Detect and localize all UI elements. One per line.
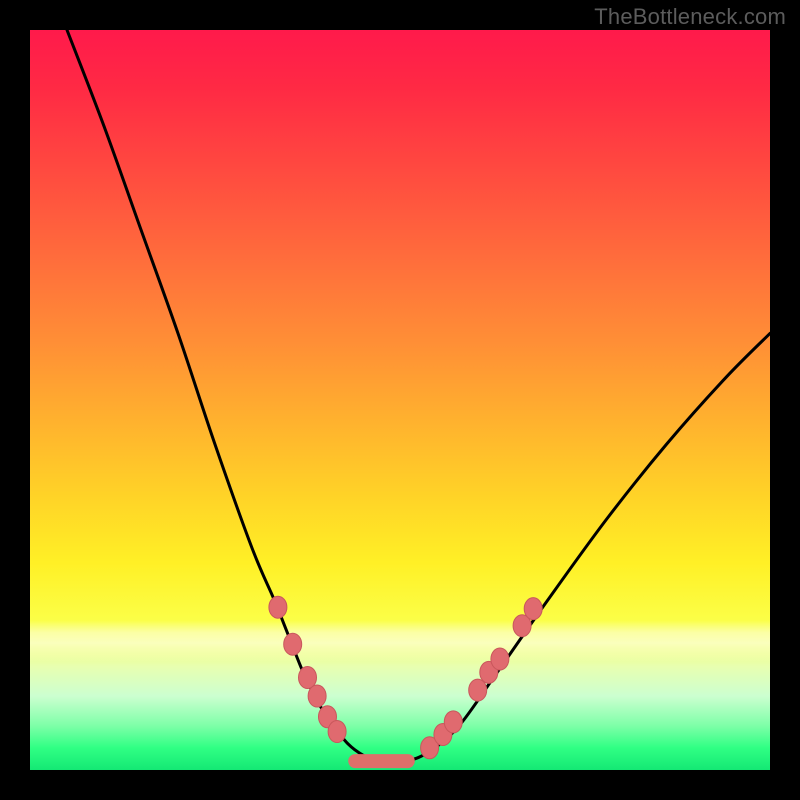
marker-left-5 bbox=[328, 721, 346, 743]
bottleneck-curve bbox=[67, 30, 770, 763]
watermark-text: TheBottleneck.com bbox=[594, 4, 786, 30]
marker-left-0 bbox=[269, 596, 287, 618]
marker-left-3 bbox=[308, 685, 326, 707]
marker-right-3 bbox=[469, 679, 487, 701]
curve-layer bbox=[30, 30, 770, 770]
chart-frame: TheBottleneck.com bbox=[0, 0, 800, 800]
marker-right-7 bbox=[524, 598, 542, 620]
marker-right-5 bbox=[491, 648, 509, 670]
plot-area bbox=[30, 30, 770, 770]
marker-right-2 bbox=[444, 711, 462, 733]
marker-left-1 bbox=[284, 633, 302, 655]
bottom-flat-marker bbox=[348, 754, 415, 768]
